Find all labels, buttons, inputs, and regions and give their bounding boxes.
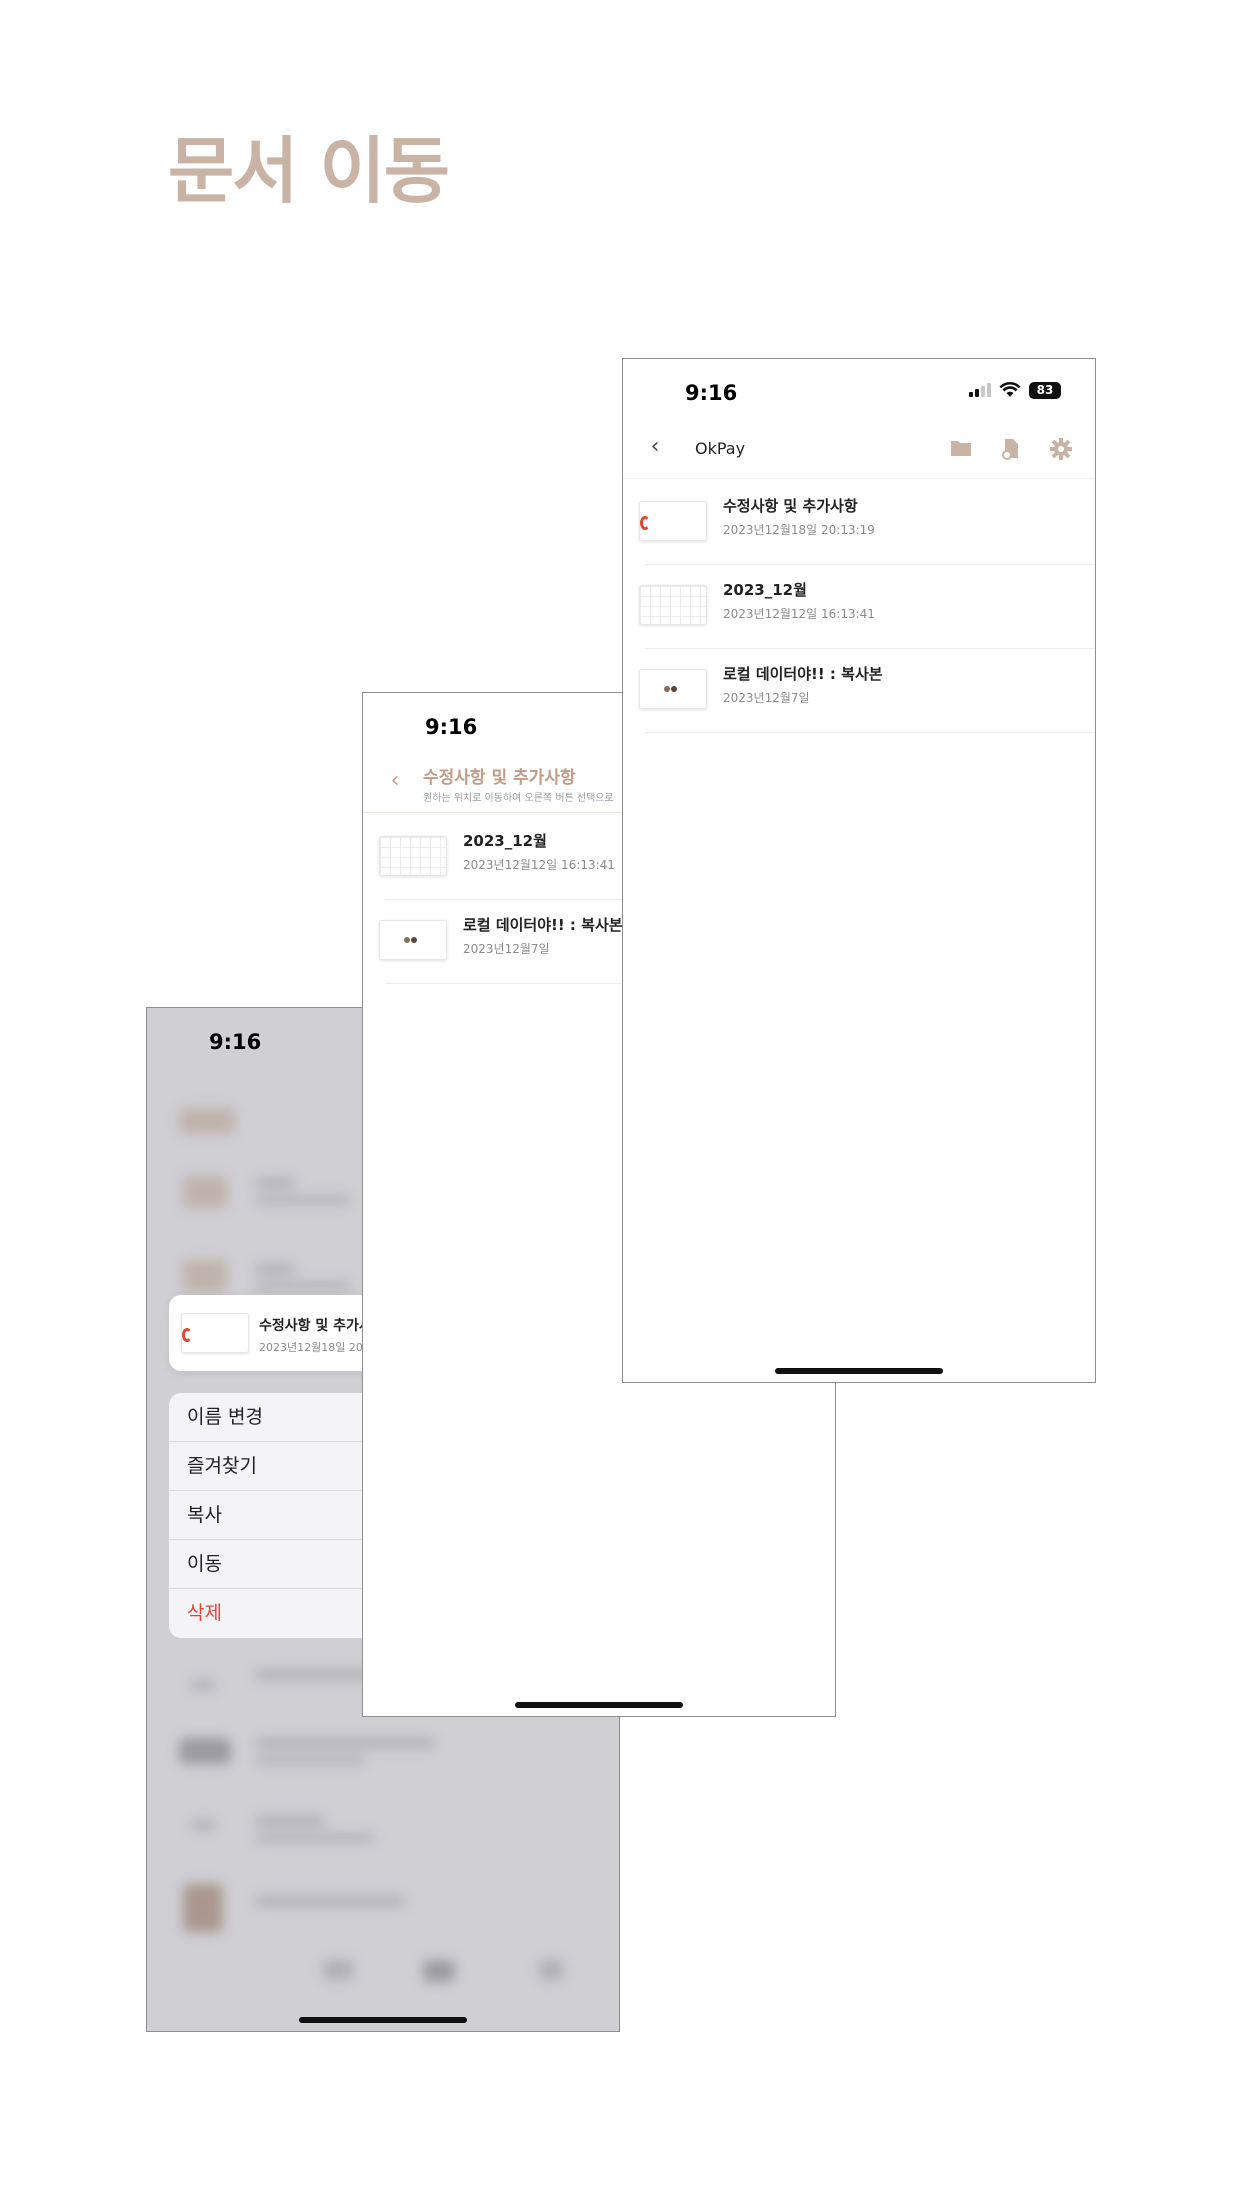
list-item[interactable]: 수정사항 및 추가사항 2023년12월18일 20:13:19	[623, 481, 1095, 565]
wifi-icon	[999, 382, 1021, 397]
item-title: 로컬 데이터야!! : 복사본	[723, 665, 883, 683]
item-title: 로컬 데이터야!! : 복사본	[463, 916, 623, 934]
item-title: 2023_12월	[463, 832, 547, 850]
page-title: 문서 이동	[168, 129, 450, 213]
add-document-icon[interactable]	[999, 437, 1025, 461]
status-time: 9:16	[209, 1030, 262, 1054]
gear-icon[interactable]	[1049, 437, 1075, 461]
item-date: 2023년12월7일	[463, 942, 550, 956]
item-date: 2023년12월18일 20:13:19	[723, 523, 875, 537]
home-indicator	[775, 1368, 943, 1374]
status-indicators: 83	[969, 379, 1061, 401]
document-thumbnail	[181, 1313, 249, 1353]
list-item[interactable]: 로컬 데이터야!! : 복사본 2023년12월7일	[623, 649, 1095, 733]
back-chevron-icon[interactable]: ‹	[383, 769, 407, 793]
document-thumbnail	[639, 669, 707, 709]
document-thumbnail	[379, 836, 447, 876]
battery-level: 83	[1029, 381, 1061, 399]
document-thumbnail	[639, 501, 707, 541]
document-thumbnail	[639, 585, 707, 625]
move-title: 수정사항 및 추가사항	[423, 768, 576, 788]
status-time: 9:16	[425, 715, 478, 739]
folder-header: ‹ OkPay	[623, 419, 1095, 479]
document-thumbnail	[379, 920, 447, 960]
phone-folder-view: 9:16 83 ‹ OkPay 수정사항 및 추가사항 2023년12월18일 …	[622, 358, 1096, 1383]
item-title: 2023_12월	[723, 581, 807, 599]
folder-title: OkPay	[695, 439, 746, 458]
list-item[interactable]: 2023_12월 2023년12월12일 16:13:41	[623, 565, 1095, 649]
home-indicator	[515, 1702, 683, 1708]
home-indicator	[299, 2017, 467, 2023]
folder-icon[interactable]	[949, 437, 975, 461]
move-subtitle: 원하는 위치로 이동하여 오른쪽 버튼 선택으로	[423, 793, 614, 804]
back-chevron-icon[interactable]: ‹	[643, 435, 667, 459]
signal-icon	[969, 383, 991, 397]
item-date: 2023년12월12일 16:13:41	[463, 858, 615, 872]
item-title: 수정사항 및 추가사항	[723, 497, 858, 515]
item-date: 2023년12월12일 16:13:41	[723, 607, 875, 621]
item-date: 2023년12월7일	[723, 691, 810, 705]
status-time: 9:16	[685, 381, 738, 405]
